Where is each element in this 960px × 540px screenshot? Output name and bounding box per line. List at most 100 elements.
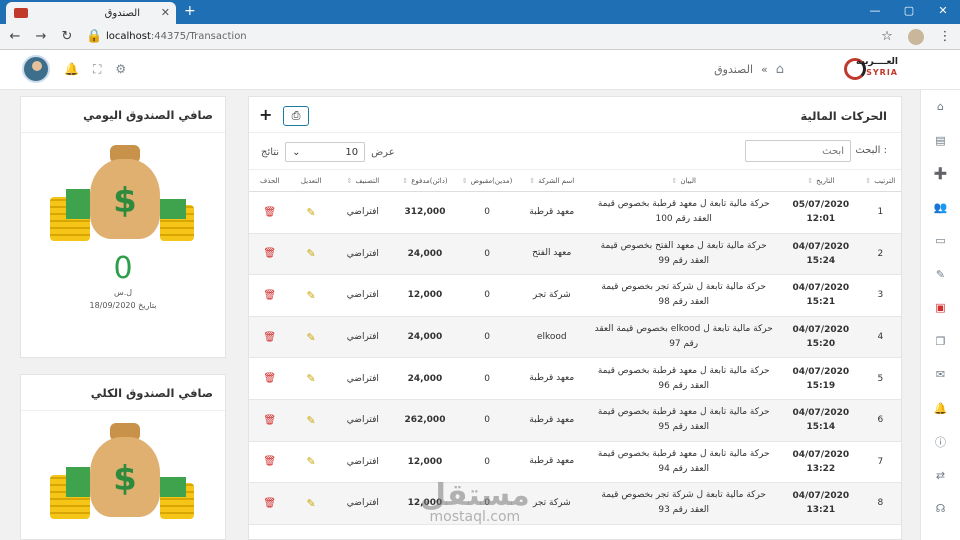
- star-icon[interactable]: ☆: [880, 29, 894, 44]
- trash-icon[interactable]: 🗑: [263, 456, 276, 467]
- sort-icon: ⇕: [461, 176, 468, 185]
- row-delete: 🗑: [249, 357, 291, 400]
- menu-icon[interactable]: ⋮: [938, 29, 952, 44]
- money-icon[interactable]: ▭: [921, 224, 960, 258]
- breadcrumb-current[interactable]: الصندوق: [714, 63, 753, 76]
- fullscreen-icon[interactable]: ⛶: [93, 62, 101, 77]
- users-icon[interactable]: 👥: [921, 191, 960, 225]
- watermark: مستقل mostaql.com: [420, 478, 530, 525]
- column-header[interactable]: (مدين)مقبوض⇕: [456, 169, 519, 192]
- row-company: معهد قرطبة: [518, 191, 586, 234]
- maximize-button[interactable]: ▢: [892, 0, 926, 24]
- trash-icon[interactable]: 🗑: [263, 498, 276, 509]
- row-edit: ✎: [290, 482, 332, 525]
- row-debit: 0: [456, 441, 519, 484]
- column-header[interactable]: الحذف: [249, 169, 291, 192]
- book-icon[interactable]: ▤: [921, 124, 960, 158]
- column-header[interactable]: (دائن)مدفوع⇕: [393, 169, 457, 192]
- edit-icon[interactable]: ✎: [307, 414, 316, 427]
- row-delete: 🗑: [249, 233, 291, 276]
- home-icon[interactable]: ⌂: [776, 62, 784, 77]
- row-category: افتراضي: [331, 191, 394, 234]
- edit-icon[interactable]: ✎: [307, 497, 316, 510]
- column-header[interactable]: اسم الشركة⇕: [518, 169, 586, 192]
- row-number: 3: [859, 274, 901, 317]
- row-edit: ✎: [290, 191, 332, 234]
- add-button[interactable]: +: [259, 105, 272, 124]
- profile-avatar[interactable]: [908, 28, 924, 45]
- date-label: بتاريخ 18/09/2020: [89, 301, 157, 310]
- trash-icon[interactable]: 🗑: [263, 332, 276, 343]
- table-row: 6 04/07/2020 15:14 حركة مالية تابعة ل معهد …: [249, 399, 901, 442]
- bell-icon[interactable]: 🔔: [921, 392, 960, 426]
- user-add-icon[interactable]: ➕: [921, 157, 960, 191]
- info-icon[interactable]: ⓘ: [921, 425, 960, 459]
- user-avatar[interactable]: [22, 55, 50, 83]
- headset-icon[interactable]: ☊: [921, 492, 960, 526]
- column-header[interactable]: التعديل: [290, 169, 332, 192]
- edit-icon[interactable]: ✎: [307, 331, 316, 344]
- edit-icon[interactable]: ✎: [307, 289, 316, 302]
- close-window-button[interactable]: ✕: [926, 0, 960, 24]
- edit-icon[interactable]: ✎: [307, 455, 316, 468]
- trash-icon[interactable]: 🗑: [263, 248, 276, 259]
- new-tab-button[interactable]: +: [184, 3, 196, 19]
- row-description: حركة مالية تابعة ل معهد قرطبة بخصوص قيمة…: [585, 357, 782, 400]
- search-input[interactable]: [745, 140, 851, 162]
- print-button[interactable]: ⎙: [283, 106, 309, 126]
- row-date: 04/07/2020 15:20: [782, 316, 860, 359]
- trash-icon[interactable]: 🗑: [263, 415, 276, 426]
- browser-tab[interactable]: الصندوق ✕: [6, 2, 176, 24]
- column-header[interactable]: التاريخ⇕: [782, 169, 860, 192]
- box-icon[interactable]: ▣: [921, 291, 960, 325]
- row-edit: ✎: [290, 274, 332, 317]
- forward-icon[interactable]: →: [34, 29, 48, 44]
- row-category: افتراضي: [331, 482, 394, 525]
- row-company: معهد الفتح: [518, 233, 586, 276]
- shuffle-icon[interactable]: ⇄: [921, 459, 960, 493]
- gear-icon[interactable]: ⚙: [115, 62, 126, 76]
- minimize-button[interactable]: —: [858, 0, 892, 24]
- length-results-label: نتائج: [261, 146, 280, 158]
- comments-icon[interactable]: ✉: [921, 358, 960, 392]
- copy-icon[interactable]: ❐: [921, 325, 960, 359]
- trash-icon[interactable]: 🗑: [263, 290, 276, 301]
- row-number: 1: [859, 191, 901, 234]
- column-header[interactable]: التصنيف⇕: [331, 169, 394, 192]
- table-row: 2 04/07/2020 15:24 حركة مالية تابعة ل معهد …: [249, 233, 901, 276]
- edit-icon[interactable]: ✎: [307, 372, 316, 385]
- sort-icon: ⇕: [402, 176, 409, 185]
- trash-icon[interactable]: 🗑: [263, 373, 276, 384]
- row-edit: ✎: [290, 233, 332, 276]
- column-header[interactable]: الترتيب⇕: [859, 169, 901, 192]
- url-field[interactable]: 🔒 localhost:44375/Transaction: [86, 29, 247, 44]
- transactions-card: الحركات المالية ⎙ + البحث : عرض ⌄ 10 نتا…: [248, 96, 902, 540]
- app-header: 🔔 ⛶ ⚙ ⌂ » الصندوق العــــربية SYRIA: [0, 50, 960, 90]
- row-delete: 🗑: [249, 316, 291, 359]
- address-bar: ← → ↻ 🔒 localhost:44375/Transaction ☆ ⋮: [0, 24, 960, 50]
- reload-icon[interactable]: ↻: [60, 29, 74, 44]
- page-length-select[interactable]: ⌄ 10: [285, 142, 366, 162]
- back-icon[interactable]: ←: [8, 29, 22, 44]
- home-icon[interactable]: ⌂: [921, 90, 960, 124]
- table-row: 8 04/07/2020 13:21 حركة مالية تابعة ل شركة …: [249, 482, 901, 525]
- row-description: حركة مالية تابعة ل elkood بخصوص قيمة الع…: [585, 316, 782, 359]
- row-edit: ✎: [290, 357, 332, 400]
- row-credit: 312,000: [393, 191, 457, 234]
- logo[interactable]: العــــربية SYRIA: [840, 56, 900, 84]
- edit-icon[interactable]: ✎: [307, 206, 316, 219]
- row-debit: 0: [456, 274, 519, 317]
- row-description: حركة مالية تابعة ل معهد قرطبة بخصوص قيمة…: [585, 441, 782, 484]
- bell-icon[interactable]: 🔔: [64, 62, 79, 76]
- row-debit: 0: [456, 191, 519, 234]
- trash-icon[interactable]: 🗑: [263, 207, 276, 218]
- tab-close-icon[interactable]: ✕: [161, 6, 170, 19]
- column-header[interactable]: البيان⇕: [585, 169, 782, 192]
- row-debit: 0: [456, 399, 519, 442]
- edit-icon[interactable]: ✎: [307, 247, 316, 260]
- row-date: 04/07/2020 15:24: [782, 233, 860, 276]
- row-company: elkood: [518, 316, 586, 359]
- edit-icon[interactable]: ✎: [921, 258, 960, 292]
- row-debit: 0: [456, 233, 519, 276]
- row-company: معهد قرطبة: [518, 357, 586, 400]
